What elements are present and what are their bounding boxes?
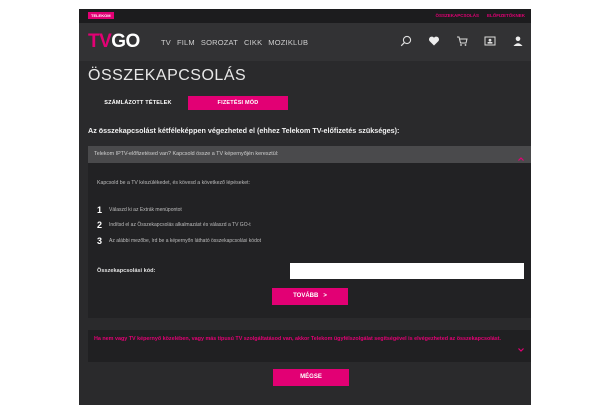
code-label: Összekapcsolási kód: bbox=[97, 268, 156, 274]
nav-link-tv[interactable]: TV bbox=[161, 38, 171, 47]
panel-header-text: Telekom IPTV-előfizetésed van? Kapcsold … bbox=[94, 151, 279, 157]
tvgo-logo[interactable]: TVGO bbox=[88, 32, 140, 52]
step-3: 3 Az alábbi mezőbe, írd be a képernyőn l… bbox=[97, 236, 261, 246]
step-number: 2 bbox=[97, 220, 103, 230]
heart-icon[interactable] bbox=[427, 34, 441, 48]
connection-code-input[interactable] bbox=[290, 263, 524, 279]
nav-links: TV FILM SOROZAT CIKK MOZIKLUB bbox=[161, 38, 308, 47]
lead-text: Az összekapcsolást kétféleképpen végezhe… bbox=[88, 126, 400, 135]
tab-payment-method[interactable]: FIZETÉSI MÓD bbox=[188, 96, 288, 110]
app-window: TELEKOM ÖSSZEKAPCSOLÁS ELŐFIZETŐKNEK TVG… bbox=[79, 9, 531, 405]
step-number: 1 bbox=[97, 205, 103, 215]
telekom-badge[interactable]: TELEKOM bbox=[88, 12, 114, 19]
tab-billed-items[interactable]: SZÁMLÁZOTT TÉTELEK bbox=[88, 96, 188, 110]
nav-link-cikk[interactable]: CIKK bbox=[244, 38, 262, 47]
step-number: 3 bbox=[97, 236, 103, 246]
top-links: ÖSSZEKAPCSOLÁS ELŐFIZETŐKNEK bbox=[435, 12, 525, 20]
next-button[interactable]: TOVÁBB > bbox=[272, 288, 348, 305]
step-text: Indítsd el az Összekapcsolás alkalmazást… bbox=[109, 222, 251, 228]
top-bar: TELEKOM ÖSSZEKAPCSOLÁS ELŐFIZETŐKNEK bbox=[79, 9, 531, 23]
step-2: 2 Indítsd el az Összekapcsolás alkalmazá… bbox=[97, 220, 251, 230]
top-link-connect[interactable]: ÖSSZEKAPCSOLÁS bbox=[435, 12, 479, 20]
tv-connect-panel: Telekom IPTV-előfizetésed van? Kapcsold … bbox=[88, 146, 531, 318]
cancel-button[interactable]: MÉGSE bbox=[273, 369, 349, 386]
notice-text: Ha nem vagy TV képernyő közelében, vagy … bbox=[94, 336, 502, 342]
main-nav: TVGO TV FILM SOROZAT CIKK MOZIKLUB bbox=[79, 23, 531, 61]
next-button-label: TOVÁBB bbox=[293, 293, 319, 299]
chevron-up-icon[interactable] bbox=[517, 150, 525, 161]
nav-icons bbox=[399, 34, 525, 48]
tab-bar: SZÁMLÁZOTT TÉTELEK FIZETÉSI MÓD bbox=[88, 96, 288, 110]
panel-intro: Kapcsold be a TV készülékedet, és kövesd… bbox=[97, 180, 251, 186]
alternative-notice[interactable]: Ha nem vagy TV képernyő közelében, vagy … bbox=[88, 330, 531, 362]
search-icon[interactable] bbox=[399, 34, 413, 48]
nav-link-moziklub[interactable]: MOZIKLUB bbox=[268, 38, 308, 47]
step-text: Az alábbi mezőbe, írd be a képernyőn lát… bbox=[109, 238, 262, 244]
page-title: ÖSSZEKAPCSOLÁS bbox=[88, 67, 247, 84]
step-text: Válaszd ki az Extrák menüpontot bbox=[109, 207, 182, 213]
chevron-down-icon[interactable] bbox=[517, 341, 525, 352]
user-icon[interactable] bbox=[511, 34, 525, 48]
top-link-subscribers[interactable]: ELŐFIZETŐKNEK bbox=[487, 12, 525, 20]
profile-card-icon[interactable] bbox=[483, 34, 497, 48]
cart-icon[interactable] bbox=[455, 34, 469, 48]
nav-link-film[interactable]: FILM bbox=[177, 38, 195, 47]
chevron-right-icon: > bbox=[323, 293, 327, 299]
step-1: 1 Válaszd ki az Extrák menüpontot bbox=[97, 205, 182, 215]
nav-link-sorozat[interactable]: SOROZAT bbox=[201, 38, 238, 47]
panel-header[interactable]: Telekom IPTV-előfizetésed van? Kapcsold … bbox=[88, 146, 531, 163]
